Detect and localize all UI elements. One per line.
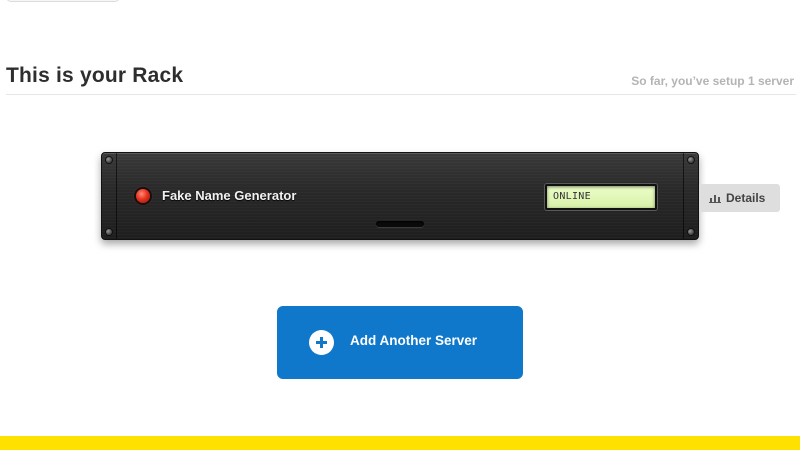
add-server-label: Add Another Server bbox=[350, 333, 478, 348]
rack-server-unit: Fake Name Generator ONLINE bbox=[101, 152, 699, 240]
add-server-button[interactable]: Add Another Server bbox=[277, 306, 523, 379]
page-title: This is your Rack bbox=[6, 64, 184, 87]
screw-icon bbox=[688, 229, 694, 235]
page-header: This is your Rack So far, you’ve setup 1… bbox=[6, 60, 796, 95]
page: This is your Rack So far, you’ve setup 1… bbox=[0, 0, 800, 450]
rack-rail-right bbox=[683, 153, 698, 239]
screw-icon bbox=[106, 157, 112, 163]
details-button[interactable]: Details bbox=[699, 184, 780, 212]
bar-chart-icon bbox=[709, 195, 721, 203]
top-tab[interactable] bbox=[6, 0, 120, 2]
screw-icon bbox=[688, 157, 694, 163]
server-name: Fake Name Generator bbox=[162, 188, 297, 203]
status-led-icon bbox=[136, 189, 150, 203]
rack-rail-left bbox=[102, 153, 117, 239]
status-display-text: ONLINE bbox=[553, 191, 591, 202]
plus-icon bbox=[309, 330, 334, 355]
vent-slot bbox=[376, 221, 424, 227]
footer-bar bbox=[0, 436, 800, 450]
status-display: ONLINE bbox=[545, 184, 657, 210]
details-button-label: Details bbox=[726, 191, 766, 205]
server-count-text: So far, you’ve setup 1 server bbox=[631, 74, 794, 88]
screw-icon bbox=[106, 229, 112, 235]
